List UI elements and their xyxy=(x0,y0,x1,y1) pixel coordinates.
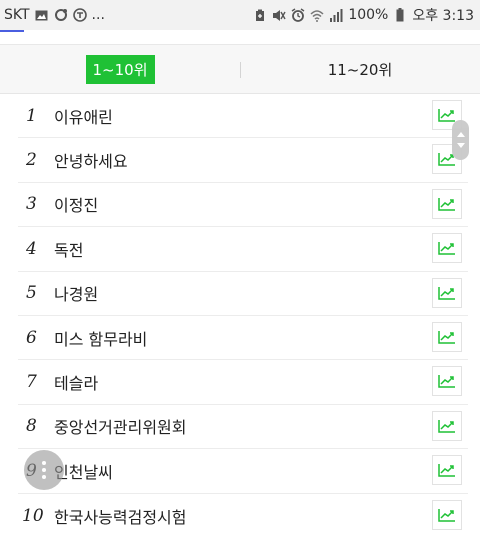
sync-icon xyxy=(54,8,68,22)
clock: 오후 3:13 xyxy=(412,8,474,24)
trend-chart-icon xyxy=(438,508,455,522)
status-left: SKT ... xyxy=(4,7,105,23)
alarm-icon xyxy=(291,8,305,22)
trend-chart-icon xyxy=(438,197,455,211)
ranking-row[interactable]: 10 한국사능력검정시험 xyxy=(18,494,468,538)
tab-label: 1~10위 xyxy=(85,54,155,84)
trend-chart-icon xyxy=(438,464,455,477)
wifi-icon xyxy=(310,8,324,22)
trend-chart-icon xyxy=(438,286,455,300)
trend-chart-button[interactable] xyxy=(432,277,462,308)
status-indicator xyxy=(0,30,24,32)
mute-icon xyxy=(272,8,286,22)
signal-icon xyxy=(329,8,343,22)
trend-chart-icon xyxy=(438,419,455,433)
rank-number: 3 xyxy=(26,194,37,215)
battery-icon xyxy=(393,8,407,22)
status-right: 100% 오후 3:13 xyxy=(253,5,474,25)
trend-chart-button[interactable] xyxy=(432,366,462,397)
ranking-row[interactable]: 2 안녕하세요 xyxy=(18,138,468,183)
toon-icon xyxy=(72,8,87,22)
rank-tab-bar: 1~10위 11~20위 xyxy=(0,44,480,94)
ranking-row[interactable]: 1 이유애린 xyxy=(18,94,468,139)
trend-chart-button[interactable] xyxy=(432,233,462,264)
trend-chart-icon xyxy=(438,375,455,389)
more-notifications: ... xyxy=(91,7,105,23)
trend-chart-button[interactable] xyxy=(432,321,462,352)
ranking-row[interactable]: 9 인천날씨 xyxy=(18,449,468,494)
ranking-row[interactable]: 7 테슬라 xyxy=(18,360,468,405)
ranking-list: 1 이유애린 2 안녕하세요 3 이정진 4 독전 5 나경원 6 미스 함무라… xyxy=(18,94,468,538)
battery-percent: 100% xyxy=(348,7,389,23)
tab-divider xyxy=(240,62,241,78)
trend-chart-button[interactable] xyxy=(432,410,462,441)
tab-label: 11~20위 xyxy=(327,60,393,79)
rank-number: 7 xyxy=(26,372,37,393)
fast-scroll-handle[interactable] xyxy=(452,120,469,160)
rank-number: 1 xyxy=(26,105,37,126)
carrier-label: SKT xyxy=(4,7,30,23)
tab-rank-1-10[interactable]: 1~10위 xyxy=(0,45,240,93)
rank-keyword[interactable]: 미스 함무라비 xyxy=(52,326,468,350)
rank-keyword[interactable]: 안녕하세요 xyxy=(52,148,468,172)
rank-keyword[interactable]: 나경원 xyxy=(52,281,468,305)
rank-keyword[interactable]: 한국사능력검정시험 xyxy=(52,504,468,528)
ranking-row[interactable]: 6 미스 함무라비 xyxy=(18,316,468,361)
ranking-row[interactable]: 3 이정진 xyxy=(18,183,468,228)
rank-number: 2 xyxy=(26,150,37,171)
rank-keyword[interactable]: 중앙선거관리위원회 xyxy=(52,414,468,438)
ranking-row[interactable]: 4 독전 xyxy=(18,227,468,272)
rank-number: 8 xyxy=(26,416,37,437)
rank-number: 10 xyxy=(22,505,44,526)
battery-saver-icon xyxy=(253,8,267,22)
trend-chart-icon xyxy=(438,242,455,255)
assistive-menu-button[interactable] xyxy=(24,450,64,490)
status-bar: SKT ... 100% 오후 3:13 xyxy=(0,0,480,30)
trend-chart-button[interactable] xyxy=(432,499,462,530)
chevron-down-icon xyxy=(456,143,465,148)
rank-keyword[interactable]: 독전 xyxy=(52,237,468,261)
rank-keyword[interactable]: 이정진 xyxy=(52,192,468,216)
tab-rank-11-20[interactable]: 11~20위 xyxy=(240,45,480,93)
trend-chart-button[interactable] xyxy=(432,188,462,219)
rank-number: 4 xyxy=(26,238,37,259)
trend-chart-button[interactable] xyxy=(432,455,462,486)
ranking-row[interactable]: 5 나경원 xyxy=(18,272,468,316)
rank-keyword[interactable]: 인천날씨 xyxy=(52,459,468,483)
ranking-row[interactable]: 8 중앙선거관리위원회 xyxy=(18,405,468,450)
more-dots-icon xyxy=(42,461,46,479)
rank-keyword[interactable]: 이유애린 xyxy=(52,104,468,128)
trend-chart-icon xyxy=(438,109,455,122)
rank-keyword[interactable]: 테슬라 xyxy=(52,370,468,394)
rank-number: 6 xyxy=(26,327,37,348)
image-icon xyxy=(35,8,49,22)
trend-chart-icon xyxy=(438,330,455,344)
rank-number: 5 xyxy=(26,283,37,304)
chevron-up-icon xyxy=(456,132,465,137)
